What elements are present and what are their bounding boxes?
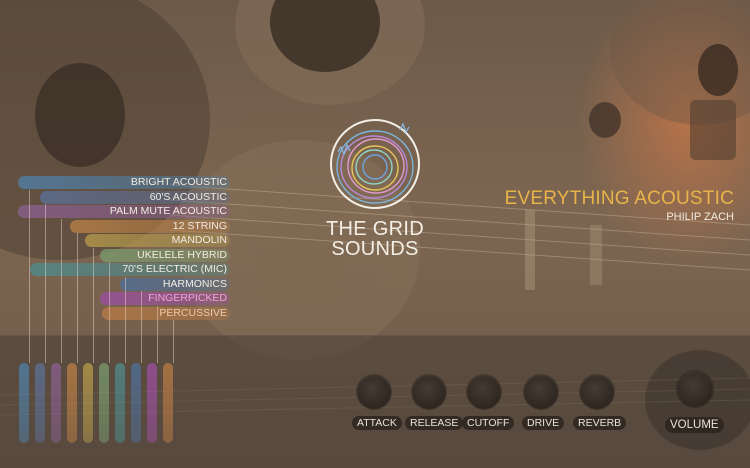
articulation-label: UKELELE HYBRID — [137, 248, 227, 261]
knob-label-cutoff: CUTOFF — [462, 416, 515, 430]
knob-label-attack: ATTACK — [352, 416, 402, 430]
articulation-item[interactable]: UKELELE HYBRID — [100, 248, 230, 262]
knob-attack[interactable] — [357, 375, 391, 409]
product-title: EVERYTHING ACOUSTIC — [504, 188, 734, 209]
knob-label-release: RELEASE — [405, 416, 464, 430]
strip-connector-line — [61, 219, 62, 363]
strip-connector-line — [141, 291, 142, 363]
articulation-label: 12 STRING — [172, 219, 227, 232]
articulation-label: BRIGHT ACOUSTIC — [130, 176, 227, 188]
channel-strip[interactable] — [99, 363, 109, 443]
strip-connector-line — [125, 277, 126, 363]
channel-strip[interactable] — [115, 363, 125, 443]
articulation-item[interactable]: 70'S ELECTRIC (MIC) — [30, 263, 230, 276]
logo-title-line2: SOUNDS — [331, 238, 419, 260]
knob-release[interactable] — [412, 375, 446, 409]
knob-drive[interactable] — [524, 375, 558, 409]
channel-strip[interactable] — [19, 363, 29, 443]
articulation-item[interactable]: HARMONICS — [120, 277, 230, 291]
channel-strip[interactable] — [163, 363, 173, 443]
articulation-item[interactable]: PALM MUTE ACOUSTIC — [18, 205, 230, 218]
articulation-label: PALM MUTE ACOUSTIC — [109, 205, 227, 217]
channel-strip[interactable] — [35, 363, 45, 443]
strip-connector-line — [93, 248, 94, 363]
strip-connector-line — [45, 204, 46, 363]
logo-ring-icon — [330, 119, 420, 209]
articulation-item[interactable]: FINGERPICKED — [100, 292, 230, 305]
knob-reverb[interactable] — [580, 375, 614, 409]
channel-strip[interactable] — [51, 363, 61, 443]
channel-strip[interactable] — [131, 363, 141, 443]
articulation-label: PERCUSSIVE — [159, 306, 227, 319]
channel-strip[interactable] — [147, 363, 157, 443]
volume-knob[interactable] — [677, 371, 713, 407]
articulation-item[interactable]: BRIGHT ACOUSTIC — [18, 176, 230, 189]
plugin-window: THE GRID SOUNDS EVERYTHING ACOUSTIC PHIL… — [0, 0, 750, 468]
the-grid-sounds-logo: THE GRID SOUNDS — [318, 112, 438, 262]
logo-title: THE GRID SOUNDS — [318, 219, 432, 259]
articulation-list: BRIGHT ACOUSTIC 60'S ACOUSTIC PALM MUTE AC… — [0, 176, 240, 321]
channel-strip[interactable] — [83, 363, 93, 443]
articulation-label: FINGERPICKED — [148, 292, 227, 304]
knob-label-reverb: REVERB — [573, 416, 627, 430]
articulation-item[interactable]: 12 STRING — [70, 219, 230, 233]
strip-connector-line — [77, 233, 78, 363]
strip-connector-line — [29, 190, 30, 363]
articulation-item[interactable]: PERCUSSIVE — [102, 306, 230, 320]
strip-connector-line — [157, 306, 158, 363]
knob-label-drive: DRIVE — [522, 416, 565, 430]
articulation-item[interactable]: 60'S ACOUSTIC — [40, 190, 230, 204]
articulation-label: HARMONICS — [162, 277, 227, 290]
channel-strip[interactable] — [67, 363, 77, 443]
strip-connector-line — [173, 320, 174, 363]
knob-cutoff[interactable] — [467, 375, 501, 409]
strip-connector-line — [109, 262, 110, 363]
articulation-label: 60'S ACOUSTIC — [149, 190, 227, 203]
logo-title-line1: THE GRID — [326, 218, 424, 240]
articulation-item[interactable]: MANDOLIN — [85, 234, 230, 247]
product-author: PHILIP ZACH — [666, 211, 734, 223]
volume-label: VOLUME — [665, 417, 724, 433]
articulation-label: MANDOLIN — [171, 234, 227, 246]
articulation-label: 70'S ELECTRIC (MIC) — [122, 263, 227, 275]
